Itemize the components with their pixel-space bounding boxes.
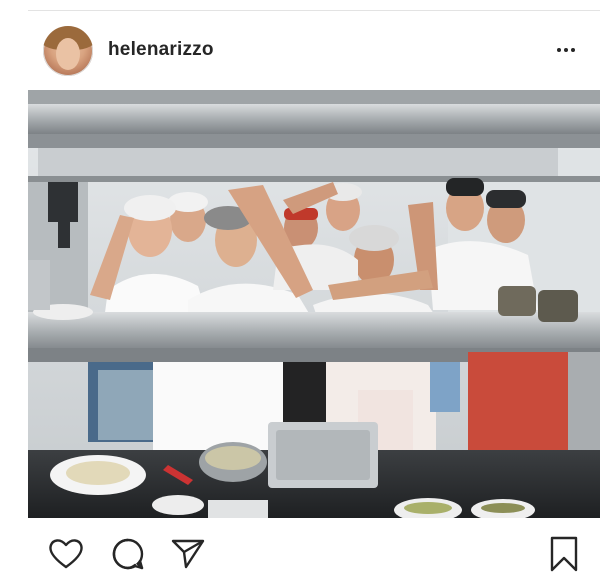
avatar[interactable] bbox=[43, 26, 93, 76]
username[interactable]: helenarizzo bbox=[108, 39, 214, 61]
post-photo[interactable] bbox=[28, 90, 600, 518]
comment-icon[interactable] bbox=[108, 534, 148, 574]
bookmark-icon[interactable] bbox=[544, 534, 584, 574]
top-divider bbox=[28, 10, 600, 11]
action-bar bbox=[0, 530, 600, 580]
more-options-icon[interactable] bbox=[552, 38, 580, 62]
post-header: helenarizzo bbox=[0, 18, 600, 82]
heart-icon[interactable] bbox=[46, 534, 86, 574]
send-icon[interactable] bbox=[168, 534, 208, 574]
